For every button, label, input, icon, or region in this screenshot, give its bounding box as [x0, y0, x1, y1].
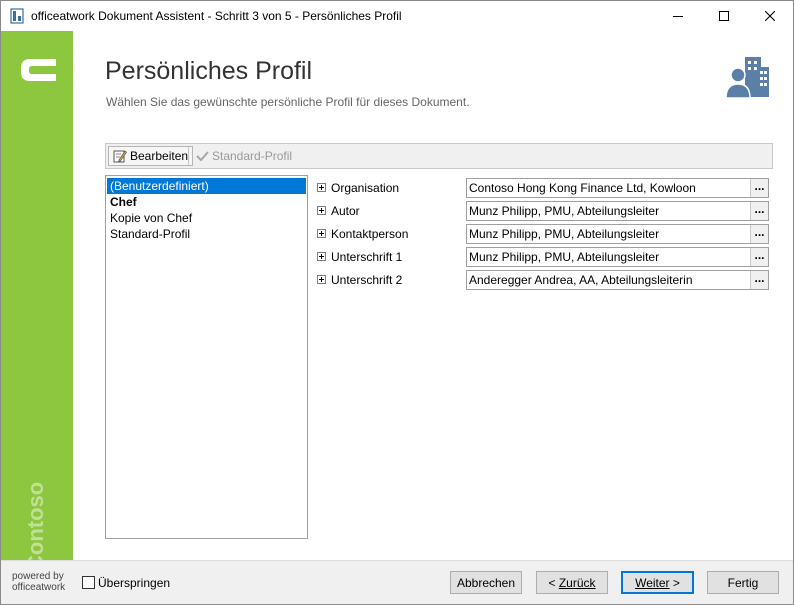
- standard-profile-button[interactable]: Standard-Profil: [192, 146, 296, 166]
- autor-browse-button[interactable]: ...: [750, 202, 768, 220]
- toolbar-divider: [188, 147, 189, 165]
- powered-by-note: powered by officeatwork: [12, 571, 65, 593]
- profile-list[interactable]: (Benutzerdefiniert) Chef Kopie von Chef …: [105, 175, 308, 539]
- expand-plus-icon[interactable]: [317, 252, 326, 261]
- field-label-kontaktperson: Kontaktperson: [331, 227, 409, 241]
- cancel-button[interactable]: Abbrechen: [450, 571, 522, 594]
- field-row-kontaktperson: Kontaktperson Munz Philipp, PMU, Abteilu…: [317, 224, 769, 244]
- back-button-label: Zurück: [558, 575, 596, 590]
- profile-item-standard-profil[interactable]: Standard-Profil: [107, 226, 306, 242]
- checkmark-icon: [196, 151, 209, 162]
- window-title: officeatwork Dokument Assistent - Schrit…: [31, 9, 402, 23]
- brand-sidebar: Contoso: [1, 31, 73, 571]
- organisation-browse-button[interactable]: ...: [750, 179, 768, 197]
- back-button[interactable]: < Zurück: [536, 571, 608, 594]
- maximize-button[interactable]: [701, 1, 747, 31]
- field-label-autor: Autor: [331, 204, 360, 218]
- organisation-field[interactable]: Contoso Hong Kong Finance Ltd, Kowloon .…: [466, 178, 769, 198]
- back-button-prefix: <: [548, 575, 559, 590]
- profile-toolbar: Bearbeiten Standard-Profil: [105, 143, 773, 169]
- minimize-icon: [673, 16, 683, 17]
- autor-field-value: Munz Philipp, PMU, Abteilungsleiter: [469, 204, 660, 218]
- field-label-unterschrift-1: Unterschrift 1: [331, 250, 403, 264]
- kontaktperson-browse-button[interactable]: ...: [750, 225, 768, 243]
- wizard-footer: powered by officeatwork Überspringen Abb…: [1, 560, 793, 604]
- organisation-field-value: Contoso Hong Kong Finance Ltd, Kowloon: [469, 181, 696, 195]
- field-label-organisation: Organisation: [331, 181, 400, 195]
- next-button-suffix: >: [669, 575, 680, 590]
- profile-item-kopie-von-chef[interactable]: Kopie von Chef: [107, 210, 306, 226]
- contoso-logo-icon: [21, 59, 56, 81]
- powered-by-line1: powered by: [12, 571, 64, 582]
- app-icon: [10, 8, 24, 24]
- profile-item-chef[interactable]: Chef: [107, 194, 306, 210]
- unterschrift-2-browse-button[interactable]: ...: [750, 271, 768, 289]
- field-label-unterschrift-2: Unterschrift 2: [331, 273, 403, 287]
- close-button[interactable]: [747, 1, 793, 31]
- expand-plus-icon[interactable]: [317, 229, 326, 238]
- field-row-autor: Autor Munz Philipp, PMU, Abteilungsleite…: [317, 201, 769, 221]
- next-button[interactable]: Weiter >: [621, 571, 694, 594]
- brand-name: Contoso: [23, 481, 48, 571]
- unterschrift-2-field[interactable]: Anderegger Andrea, AA, Abteilungsleiteri…: [466, 270, 769, 290]
- maximize-icon: [719, 11, 729, 21]
- edit-icon: [113, 150, 127, 163]
- expand-plus-icon[interactable]: [317, 206, 326, 215]
- kontaktperson-field[interactable]: Munz Philipp, PMU, Abteilungsleiter ...: [466, 224, 769, 244]
- minimize-button[interactable]: [655, 1, 701, 31]
- finish-button[interactable]: Fertig: [707, 571, 779, 594]
- field-row-unterschrift-2: Unterschrift 2 Anderegger Andrea, AA, Ab…: [317, 270, 769, 290]
- standard-profile-label: Standard-Profil: [212, 149, 293, 163]
- autor-field[interactable]: Munz Philipp, PMU, Abteilungsleiter ...: [466, 201, 769, 221]
- people-building-icon: [725, 57, 769, 99]
- skip-checkbox[interactable]: [82, 576, 95, 589]
- profile-item-benutzerdefiniert[interactable]: (Benutzerdefiniert): [107, 178, 306, 194]
- title-bar: officeatwork Dokument Assistent - Schrit…: [1, 1, 793, 31]
- edit-button-label: Bearbeiten: [130, 149, 189, 163]
- unterschrift-2-field-value: Anderegger Andrea, AA, Abteilungsleiteri…: [469, 273, 693, 287]
- unterschrift-1-field[interactable]: Munz Philipp, PMU, Abteilungsleiter ...: [466, 247, 769, 267]
- expand-plus-icon[interactable]: [317, 275, 326, 284]
- edit-button[interactable]: Bearbeiten: [108, 146, 194, 166]
- wizard-window: officeatwork Dokument Assistent - Schrit…: [0, 0, 794, 605]
- field-row-organisation: Organisation Contoso Hong Kong Finance L…: [317, 178, 769, 198]
- powered-by-line2: officeatwork: [12, 582, 66, 593]
- page-subtitle: Wählen Sie das gewünschte persönliche Pr…: [106, 95, 470, 109]
- unterschrift-1-field-value: Munz Philipp, PMU, Abteilungsleiter: [469, 250, 660, 264]
- unterschrift-1-browse-button[interactable]: ...: [750, 248, 768, 266]
- page-title: Persönliches Profil: [105, 57, 313, 85]
- next-button-label: Weiter: [635, 575, 670, 590]
- skip-label[interactable]: Überspringen: [98, 576, 170, 590]
- expand-plus-icon[interactable]: [317, 183, 326, 192]
- field-row-unterschrift-1: Unterschrift 1 Munz Philipp, PMU, Abteil…: [317, 247, 769, 267]
- close-icon: [765, 11, 775, 21]
- kontaktperson-field-value: Munz Philipp, PMU, Abteilungsleiter: [469, 227, 660, 241]
